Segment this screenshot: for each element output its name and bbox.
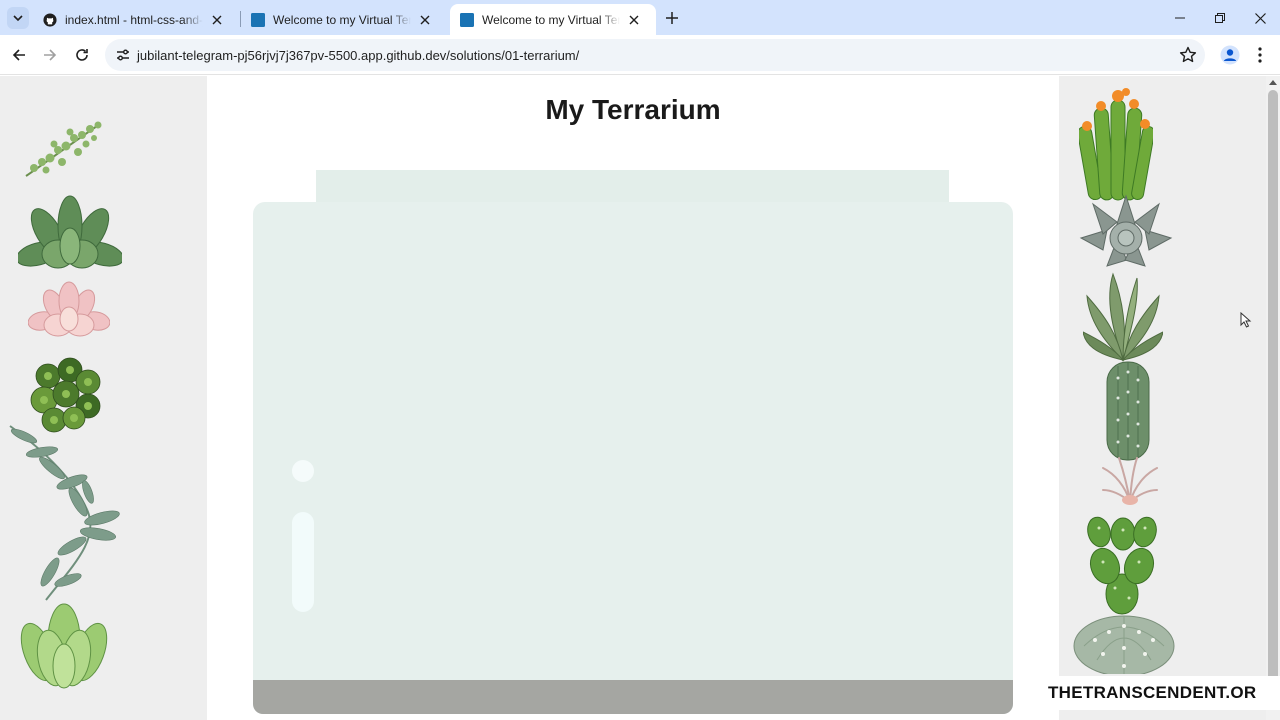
tab-title: Welcome to my Virtual Terrarium [273,12,411,27]
reload-button[interactable] [71,44,93,66]
succulent-pink-icon[interactable] [28,281,110,341]
close-icon[interactable] [417,12,433,28]
eucalyptus-branch-icon[interactable] [6,422,126,604]
chevron-down-icon [13,15,23,22]
vscode-icon [460,12,474,27]
tab-index-html[interactable]: index.html - html-css-and-javas [33,4,239,35]
close-icon [1254,12,1266,24]
cactus-prickly-pear-icon[interactable] [1085,504,1159,616]
close-icon[interactable] [209,12,225,28]
close-icon[interactable] [626,12,642,28]
tab-search-button[interactable] [7,7,29,29]
cactus-columnar-icon[interactable] [1103,358,1153,462]
succulent-gray-icon[interactable] [1077,194,1175,268]
site-settings-icon[interactable] [115,47,131,63]
jar-bottom [253,680,1013,714]
scroll-thumb[interactable] [1268,90,1278,685]
scroll-up-icon[interactable] [1269,80,1277,85]
plant-sprig-icon[interactable] [20,118,108,180]
more-menu-icon[interactable] [1252,45,1268,65]
forward-button[interactable] [39,44,61,66]
tab-virtual-terrarium-active[interactable]: Welcome to my Virtual Terrarium [450,4,656,35]
left-plant-container [0,76,207,720]
jar-top [316,170,949,202]
page-title: My Terrarium [545,94,721,125]
jar-glare-bar [292,512,314,612]
tab-strip: index.html - html-css-and-javas Welcome … [0,0,1280,35]
aloe-icon[interactable] [1083,270,1163,362]
air-plant-icon[interactable] [1101,456,1159,506]
github-icon [43,12,57,27]
address-bar[interactable]: jubilant-telegram-pj56rjvj7j367pv-5500.a… [105,39,1205,71]
tab-virtual-terrarium[interactable]: Welcome to my Virtual Terrarium [241,4,447,35]
terrarium-jar [253,202,1013,714]
url-text: jubilant-telegram-pj56rjvj7j367pv-5500.a… [137,48,580,63]
tab-title: index.html - html-css-and-javas [65,12,203,27]
restore-button[interactable] [1210,8,1230,28]
cactus-round-icon[interactable] [1073,608,1175,674]
succulent-green-icon[interactable] [18,194,122,278]
restore-icon [1215,13,1225,23]
watermark-text: THETRANSCENDENT.OR [1035,676,1280,710]
reload-icon [76,49,88,61]
arrow-left-icon [12,49,25,61]
arrow-right-icon [44,49,57,61]
browser-toolbar: jubilant-telegram-pj56rjvj7j367pv-5500.a… [0,35,1280,75]
minimize-button[interactable] [1170,8,1190,28]
back-button[interactable] [8,44,30,66]
close-window-button[interactable] [1250,8,1270,28]
plus-icon [666,12,678,24]
tab-title: Welcome to my Virtual Terrarium [482,12,620,27]
mouse-cursor-icon [1240,312,1252,328]
minimize-icon [1175,17,1185,19]
page-scrollbar[interactable] [1266,76,1280,720]
profile-icon[interactable] [1220,45,1240,65]
new-tab-button[interactable] [662,8,682,28]
cactus-flowering-icon[interactable] [1079,86,1153,206]
right-plant-container [1059,76,1266,720]
bookmark-star-icon[interactable] [1179,46,1197,64]
jar-glare-dot [292,460,314,482]
vscode-icon [251,12,265,27]
page-viewport: My Terrarium [0,76,1266,720]
succulent-light-green-icon[interactable] [20,600,108,690]
